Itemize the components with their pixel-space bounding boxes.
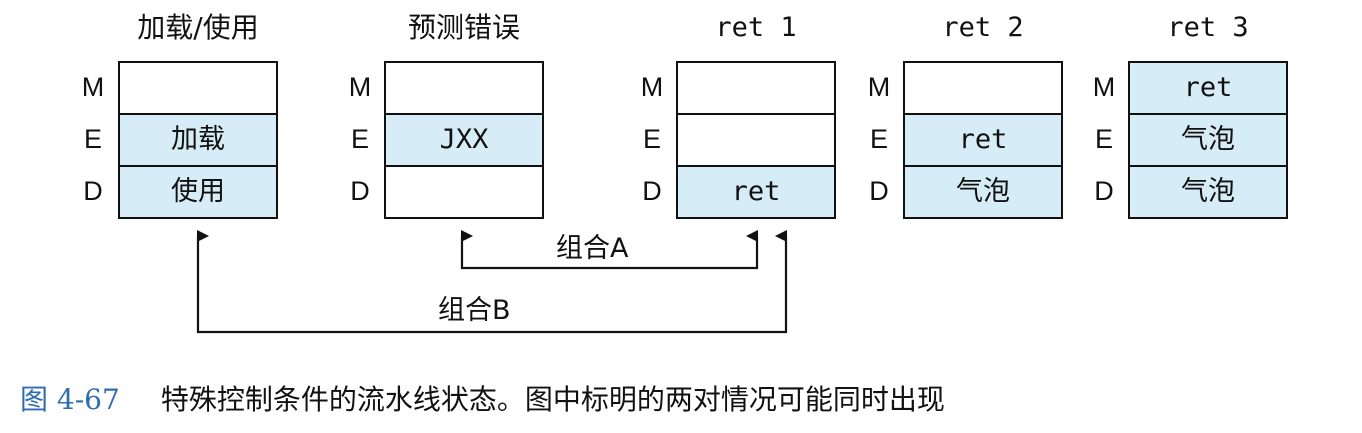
figure-caption: 图 4-67 特殊控制条件的流水线状态。图中标明的两对情况可能同时出现 — [20, 378, 945, 422]
combo-b-label: 组合B — [434, 294, 515, 328]
figure-number: 图 4-67 — [20, 383, 120, 416]
connector-lines — [196, 230, 788, 334]
caption-text: 特殊控制条件的流水线状态。图中标明的两对情况可能同时出现 — [160, 383, 945, 416]
pipeline-diagram: 加载/使用 M E D 加载 使用 预测错误 M E D JXX ret 1 M… — [0, 0, 1362, 433]
combo-a-label: 组合A — [552, 232, 633, 266]
